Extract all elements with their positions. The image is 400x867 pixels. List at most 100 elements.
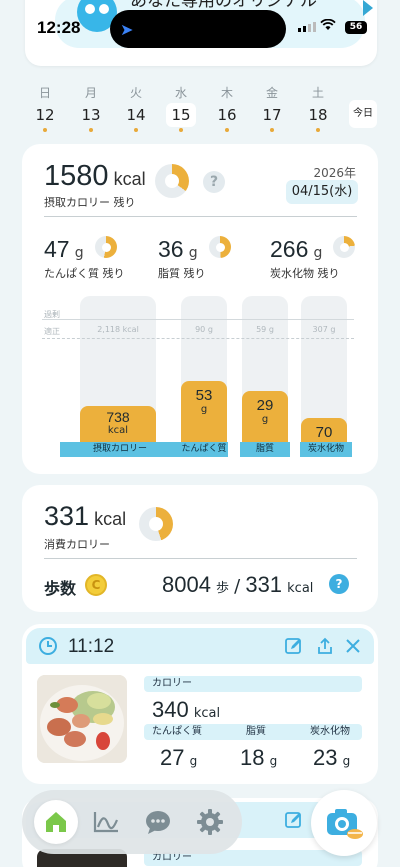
meal-protein-value: 27: [160, 745, 185, 770]
day-sun[interactable]: 日 12: [30, 83, 60, 132]
meal-photo[interactable]: [37, 675, 127, 763]
day-thu[interactable]: 木 16: [212, 83, 242, 132]
day-fri[interactable]: 金 17: [257, 83, 287, 132]
day-number: 17: [262, 106, 282, 124]
meal-protein-unit: g: [189, 754, 198, 768]
day-tue[interactable]: 火 14: [121, 83, 151, 132]
remaining-kcal-unit: kcal: [113, 169, 146, 189]
ring-hole: [339, 242, 349, 252]
year-label: 2026年: [313, 166, 356, 180]
help-icon[interactable]: ?: [203, 171, 225, 193]
tab-chat[interactable]: [136, 800, 180, 844]
fat-unit: g: [188, 245, 198, 261]
carbs-label: 炭水化物 残り: [270, 267, 340, 280]
wifi-icon: [320, 18, 336, 35]
day-mon[interactable]: 月 13: [76, 83, 106, 132]
meal-kcal: 340 kcal: [152, 697, 220, 723]
meal-kcal-unit: kcal: [193, 706, 221, 721]
steps-separator: /: [234, 576, 241, 597]
remaining-kcal-label: 摂取カロリー 残り: [44, 196, 136, 209]
steps-label: 歩数: [44, 579, 77, 598]
close-icon[interactable]: [344, 637, 362, 655]
carbs-value: 266: [270, 236, 309, 262]
steps-kcal-value: 331: [245, 572, 283, 597]
intake-bar: 70g: [301, 418, 347, 452]
steps-value: 8004: [162, 572, 211, 597]
fat-label: 脂質 残り: [158, 267, 206, 280]
ring-hole: [101, 242, 111, 252]
day-number: 15: [166, 103, 196, 127]
meal-card[interactable]: 11:12 カロリー 340 kcal たんぱく質 脂質 炭水化物 27 g 1…: [22, 624, 378, 784]
day-dot: [43, 128, 47, 132]
today-button[interactable]: 今日: [349, 100, 377, 128]
meal-header: 11:12: [26, 628, 374, 664]
meal-protein-label: たんぱく質: [152, 726, 202, 737]
burn-label: 消費カロリー: [44, 538, 110, 551]
battery-indicator: 56: [345, 21, 367, 34]
tab-home[interactable]: [34, 800, 78, 844]
fat-progress-ring: [209, 236, 231, 258]
target-label: 適正: [44, 327, 60, 336]
edit-icon[interactable]: [284, 810, 304, 830]
day-of-week: 土: [311, 86, 324, 100]
bar-value-label: 738: [106, 409, 130, 425]
cellular-signal-icon: [298, 22, 316, 32]
share-icon[interactable]: [315, 636, 335, 656]
status-time: 12:28: [37, 18, 81, 37]
day-of-week: 月: [84, 86, 97, 100]
day-of-week: 火: [129, 86, 142, 100]
category-label: 摂取カロリー: [60, 442, 180, 457]
bar-value-label: 70: [315, 424, 333, 441]
intake-progress-ring: [155, 164, 189, 198]
ring-hole: [149, 517, 163, 531]
ring-hole: [215, 242, 225, 252]
day-sat[interactable]: 土 18: [303, 83, 333, 132]
day-of-week: 木: [220, 86, 233, 100]
day-dot: [179, 128, 183, 132]
fat-value: 36: [158, 236, 184, 262]
target-value-label: 59 g: [256, 325, 274, 334]
category-label: 脂質: [240, 442, 290, 457]
meal-protein: 27 g: [160, 745, 197, 771]
camera-icon: [327, 809, 363, 839]
coin-icon: C: [85, 574, 107, 596]
location-arrow-icon: ➤: [120, 20, 134, 39]
target-line: [42, 338, 354, 339]
gear-icon: [197, 809, 223, 835]
camera-button[interactable]: [311, 790, 377, 856]
burn-kcal: 331 kcal: [44, 501, 126, 532]
divider: [44, 558, 357, 559]
play-icon[interactable]: [363, 0, 373, 16]
over-line: [42, 319, 354, 320]
tab-chart[interactable]: [84, 800, 128, 844]
protein-progress-ring: [95, 236, 117, 258]
week-selector: 日 12 月 13 火 14 水 15 木 16 金 17 土 18 今日: [22, 83, 380, 135]
macro-carbs: 266 g 炭水化物 残り: [270, 236, 340, 281]
tab-settings[interactable]: [188, 800, 232, 844]
bar-unit-label: g: [200, 404, 208, 415]
day-of-week: 水: [174, 86, 187, 100]
steps-help-icon[interactable]: ?: [329, 574, 349, 594]
edit-icon[interactable]: [284, 636, 304, 656]
burn-card: 331 kcal 消費カロリー 歩数 C 8004 歩 / 331 kcal ?: [22, 485, 378, 612]
dynamic-island: [110, 10, 286, 48]
day-dot: [225, 128, 229, 132]
day-wed[interactable]: 水 15: [166, 83, 196, 132]
protein-value: 47: [44, 236, 70, 262]
meal-carbs-unit: g: [342, 754, 351, 768]
bar-unit-label: kcal: [107, 425, 129, 436]
bar-value-label: 53: [195, 387, 213, 404]
target-value-label: 307 g: [312, 325, 336, 334]
day-dot: [89, 128, 93, 132]
day-of-week: 日: [38, 86, 51, 100]
protein-unit: g: [74, 245, 84, 261]
date-picker[interactable]: 04/15(水): [286, 180, 358, 204]
burn-kcal-unit: kcal: [94, 509, 127, 529]
day-of-week: 金: [265, 86, 278, 100]
category-label: 炭水化物: [300, 442, 352, 457]
meal-kcal-label: カロリー: [144, 676, 362, 692]
meal-kcal-value: 340: [152, 697, 189, 722]
meal-time: 11:12: [68, 636, 115, 657]
intake-bar: 738 kcal: [80, 406, 156, 442]
meal-fat: 18 g: [240, 745, 277, 771]
